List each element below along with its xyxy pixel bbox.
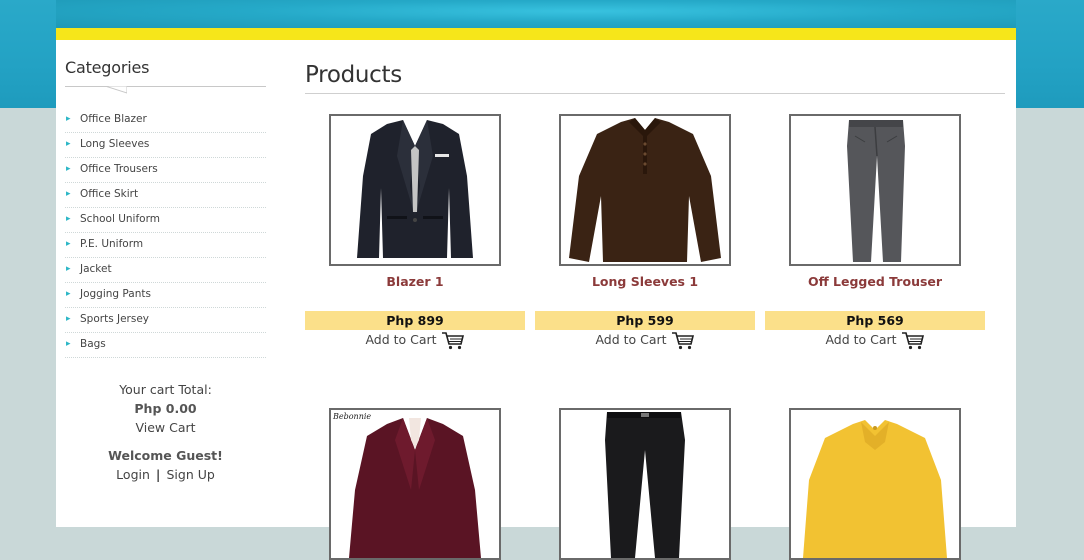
- watermark-text: Bebonnie: [332, 412, 371, 421]
- category-label: Long Sleeves: [80, 138, 150, 150]
- long-sleeve-image: [569, 118, 721, 262]
- add-to-cart-label: Add to Cart: [825, 332, 897, 347]
- chevron-right-icon: ▸: [66, 214, 71, 224]
- category-item-pe-uniform[interactable]: ▸ P.E. Uniform: [65, 233, 266, 258]
- yellow-blouse-image: [803, 420, 947, 558]
- welcome-text: Welcome Guest!: [108, 448, 223, 463]
- add-to-cart-button[interactable]: Add to Cart: [535, 331, 755, 350]
- product-image-link[interactable]: [789, 114, 961, 266]
- categories-title: Categories: [65, 58, 150, 77]
- header-banner: [56, 0, 1016, 28]
- product-name[interactable]: Off Legged Trouser: [765, 274, 985, 289]
- product-name[interactable]: Long Sleeves 1: [535, 274, 755, 289]
- product-image-link[interactable]: [789, 408, 961, 560]
- product-image-link[interactable]: [559, 408, 731, 560]
- maroon-blazer-image: Bebonnie: [332, 412, 481, 558]
- login-link[interactable]: Login: [116, 467, 150, 482]
- chevron-right-icon: ▸: [66, 139, 71, 149]
- chevron-right-icon: ▸: [66, 239, 71, 249]
- category-item-school-uniform[interactable]: ▸ School Uniform: [65, 208, 266, 233]
- product-price: Php 599: [535, 311, 755, 330]
- cart-icon: [671, 332, 694, 350]
- accent-bar: [56, 28, 1016, 40]
- add-to-cart-label: Add to Cart: [365, 332, 437, 347]
- cart-total-value: Php 0.00: [134, 401, 197, 416]
- category-label: Office Blazer: [80, 113, 147, 125]
- blazer-image: [357, 120, 473, 258]
- add-to-cart-button[interactable]: Add to Cart: [765, 331, 985, 350]
- category-item-office-trousers[interactable]: ▸ Office Trousers: [65, 158, 266, 183]
- auth-links: Login | Sign Up: [65, 465, 266, 484]
- product-price: Php 899: [305, 311, 525, 330]
- trouser-image: [847, 120, 905, 262]
- category-label: Sports Jersey: [80, 313, 150, 325]
- categories-notch: [105, 86, 127, 94]
- category-item-office-blazer[interactable]: ▸ Office Blazer: [65, 108, 266, 133]
- category-label: Office Skirt: [80, 188, 139, 200]
- category-label: Bags: [80, 338, 106, 350]
- category-item-jacket[interactable]: ▸ Jacket: [65, 258, 266, 283]
- category-label: P.E. Uniform: [80, 238, 144, 250]
- category-item-office-skirt[interactable]: ▸ Office Skirt: [65, 183, 266, 208]
- product-image-link[interactable]: [559, 114, 731, 266]
- page-container: Categories ▸ Office Blazer ▸ Long Sleeves …: [56, 40, 1016, 560]
- cart-total-label: Your cart Total:: [119, 382, 212, 397]
- chevron-right-icon: ▸: [66, 114, 71, 124]
- chevron-right-icon: ▸: [66, 164, 71, 174]
- black-trouser-image: [605, 412, 685, 558]
- category-label: Jogging Pants: [80, 288, 151, 300]
- product-name[interactable]: Blazer 1: [305, 274, 525, 289]
- view-cart-link[interactable]: View Cart: [65, 418, 266, 437]
- categories-divider: [65, 86, 266, 87]
- page-title: Products: [305, 62, 402, 88]
- product-price: Php 569: [765, 311, 985, 330]
- product-image-link[interactable]: [329, 114, 501, 266]
- category-item-sports-jersey[interactable]: ▸ Sports Jersey: [65, 308, 266, 333]
- category-item-long-sleeves[interactable]: ▸ Long Sleeves: [65, 133, 266, 158]
- category-label: School Uniform: [80, 213, 160, 225]
- category-item-jogging-pants[interactable]: ▸ Jogging Pants: [65, 283, 266, 308]
- chevron-right-icon: ▸: [66, 189, 71, 199]
- product-image-link[interactable]: Bebonnie: [329, 408, 501, 560]
- chevron-right-icon: ▸: [66, 289, 71, 299]
- chevron-right-icon: ▸: [66, 339, 71, 349]
- cart-icon: [441, 332, 464, 350]
- add-to-cart-button[interactable]: Add to Cart: [305, 331, 525, 350]
- category-list: ▸ Office Blazer ▸ Long Sleeves ▸ Office Tro…: [65, 108, 266, 358]
- category-label: Office Trousers: [80, 163, 158, 175]
- cart-icon: [901, 332, 924, 350]
- category-item-bags[interactable]: ▸ Bags: [65, 333, 266, 358]
- add-to-cart-label: Add to Cart: [595, 332, 667, 347]
- category-label: Jacket: [80, 263, 112, 275]
- signup-link[interactable]: Sign Up: [166, 467, 214, 482]
- chevron-right-icon: ▸: [66, 314, 71, 324]
- chevron-right-icon: ▸: [66, 264, 71, 274]
- auth-separator: |: [155, 467, 161, 482]
- title-divider: [305, 93, 1005, 94]
- cart-summary: Your cart Total: Php 0.00 View Cart Welc…: [65, 380, 266, 484]
